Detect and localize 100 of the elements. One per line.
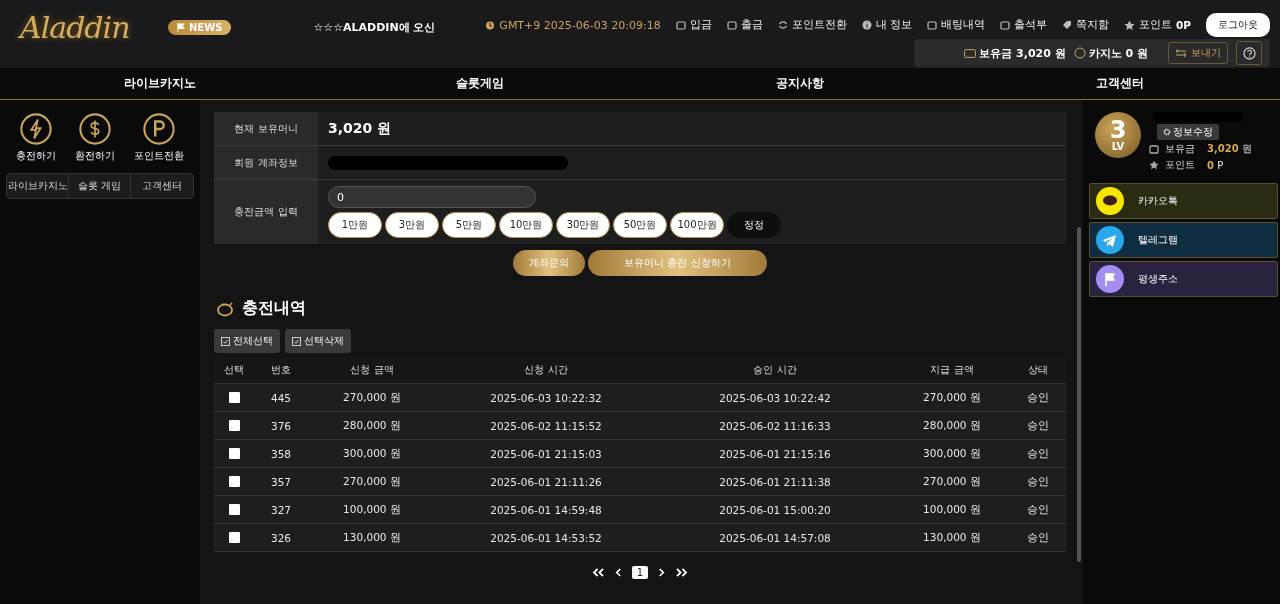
refresh-icon xyxy=(777,20,788,30)
table-cell: 358 xyxy=(270,447,291,460)
amount-button[interactable]: 30만원 xyxy=(556,212,610,238)
table-cell: 270,000 원 xyxy=(343,474,401,489)
balance-amount: 보유금 3,020 원 xyxy=(964,45,1066,61)
amount-button[interactable]: 100만원 xyxy=(670,212,724,238)
category-tab[interactable]: 라이브카지노 xyxy=(7,174,69,198)
field-label: 현재 보유머니 xyxy=(214,112,318,145)
contact-link[interactable]: 텔레그램 xyxy=(1089,222,1278,258)
question-icon xyxy=(1242,46,1256,60)
menu-link[interactable]: 입금 xyxy=(675,18,712,32)
table-cell: 승인 xyxy=(1027,502,1049,517)
points-icon xyxy=(142,112,177,146)
table-cell: 2025-06-01 21:11:38 xyxy=(719,475,831,488)
table-cell: 2025-06-01 14:53:52 xyxy=(490,531,602,544)
contact-link[interactable]: 평생주소 xyxy=(1089,261,1278,297)
table-cell: 2025-06-01 15:00:20 xyxy=(719,503,831,516)
table-cell: 2025-06-03 10:22:42 xyxy=(719,391,831,404)
column-header: 선택 xyxy=(224,362,244,377)
table-cell: 270,000 원 xyxy=(343,390,401,405)
table-cell: 327 xyxy=(270,503,291,516)
table-cell: 270,000 원 xyxy=(923,474,981,489)
menu-link[interactable]: 포인트전환 xyxy=(777,18,847,32)
row-checkbox[interactable] xyxy=(228,420,240,431)
points-label: 포인트 xyxy=(1165,158,1196,172)
amount-button[interactable]: 10만원 xyxy=(499,212,553,238)
table-cell: 357 xyxy=(270,475,291,488)
quick-action[interactable]: 포인트전환 xyxy=(134,112,185,163)
nav-tab[interactable]: 라이브카지노 xyxy=(124,75,196,92)
amount-button[interactable]: 5만원 xyxy=(442,212,496,238)
table-cell: 280,000 원 xyxy=(343,418,401,433)
column-header: 신청 금액 xyxy=(350,362,394,377)
dollar-icon xyxy=(78,112,112,146)
select-button[interactable]: 전체선택 xyxy=(214,329,280,353)
info-icon xyxy=(861,20,872,30)
table-cell: 승인 xyxy=(1027,474,1049,489)
next-page-icon[interactable] xyxy=(658,568,666,577)
table-cell: 2025-06-01 21:15:16 xyxy=(719,447,831,460)
balance-value: 3,020 원 xyxy=(1207,142,1252,156)
amount-button[interactable]: 50만원 xyxy=(613,212,667,238)
table-cell: 승인 xyxy=(1027,390,1049,405)
table-cell: 2025-06-01 14:59:48 xyxy=(490,503,602,516)
gear-icon xyxy=(1163,128,1171,136)
previous-page-icon[interactable] xyxy=(614,568,622,577)
table-cell: 2025-06-01 21:11:26 xyxy=(490,475,602,488)
menu-link[interactable]: 내 정보 xyxy=(861,18,912,32)
menu-link[interactable]: 배팅내역 xyxy=(927,18,985,32)
column-header: 번호 xyxy=(271,362,291,377)
table-cell: 100,000 원 xyxy=(343,502,401,517)
table-cell: 326 xyxy=(270,531,291,544)
category-tab[interactable]: 슬롯 게임 xyxy=(69,174,131,198)
page-number[interactable]: 1 xyxy=(631,566,649,579)
table-cell: 승인 xyxy=(1027,418,1049,433)
nav-tab[interactable]: 고객센터 xyxy=(1096,75,1144,92)
nav-tab[interactable]: 공지사항 xyxy=(776,75,824,92)
row-checkbox[interactable] xyxy=(228,448,240,459)
edit-profile-button[interactable]: 정보수정 xyxy=(1157,124,1219,140)
paper-plane-icon xyxy=(1096,226,1124,254)
last-page-icon[interactable] xyxy=(675,568,689,577)
category-tab[interactable]: 고객센터 xyxy=(131,174,193,198)
send-button[interactable]: 보내기 xyxy=(1168,42,1228,64)
wallet-icon xyxy=(964,48,977,58)
nav-tab[interactable]: 슬롯게임 xyxy=(456,75,504,92)
row-checkbox[interactable] xyxy=(228,392,240,403)
column-header: 상태 xyxy=(1028,362,1048,377)
row-checkbox[interactable] xyxy=(228,504,240,515)
balance-value: 3,020 원 xyxy=(328,119,392,138)
help-button[interactable] xyxy=(1236,41,1262,65)
balance-label: 보유금 xyxy=(1165,142,1196,156)
tag-icon xyxy=(1062,20,1072,30)
menu-link[interactable]: 쪽지함 xyxy=(1062,18,1109,32)
amount-button[interactable]: 1만원 xyxy=(328,212,382,238)
row-checkbox[interactable] xyxy=(228,476,240,487)
amount-input[interactable]: 0 xyxy=(328,186,536,208)
flag-icon xyxy=(177,22,186,32)
amount-button[interactable]: 3만원 xyxy=(385,212,439,238)
table-cell: 100,000 원 xyxy=(923,502,981,517)
contact-link[interactable]: 카카오톡 xyxy=(1089,183,1278,219)
select-button[interactable]: 선택삭제 xyxy=(285,329,351,353)
logout-button[interactable]: 로그아웃 xyxy=(1206,13,1270,37)
chat-bubble-icon xyxy=(1096,187,1124,215)
star-icon xyxy=(1124,19,1135,31)
menu-link[interactable]: 출석부 xyxy=(1000,18,1047,32)
table-cell: 376 xyxy=(270,419,291,432)
casino-amount: 카지노 0 원 xyxy=(1073,45,1148,61)
row-checkbox[interactable] xyxy=(228,532,240,543)
reset-button[interactable]: 정정 xyxy=(727,212,781,238)
clock: GMT+9 2025-06-03 20:09:18 xyxy=(485,18,661,32)
scrollbar[interactable] xyxy=(1077,227,1081,562)
table-cell: 승인 xyxy=(1027,530,1049,545)
menu-link[interactable]: 출금 xyxy=(726,18,763,32)
checkbox-icon xyxy=(221,336,230,346)
table-cell: 445 xyxy=(270,391,291,404)
quick-action[interactable]: 충전하기 xyxy=(15,112,56,163)
first-page-icon[interactable] xyxy=(591,568,605,577)
quick-action[interactable]: 환전하기 xyxy=(75,112,115,163)
table-cell: 승인 xyxy=(1027,446,1049,461)
wallet-icon xyxy=(1149,144,1159,154)
table-cell: 2025-06-01 21:15:03 xyxy=(490,447,602,460)
table-cell: 270,000 원 xyxy=(923,390,981,405)
